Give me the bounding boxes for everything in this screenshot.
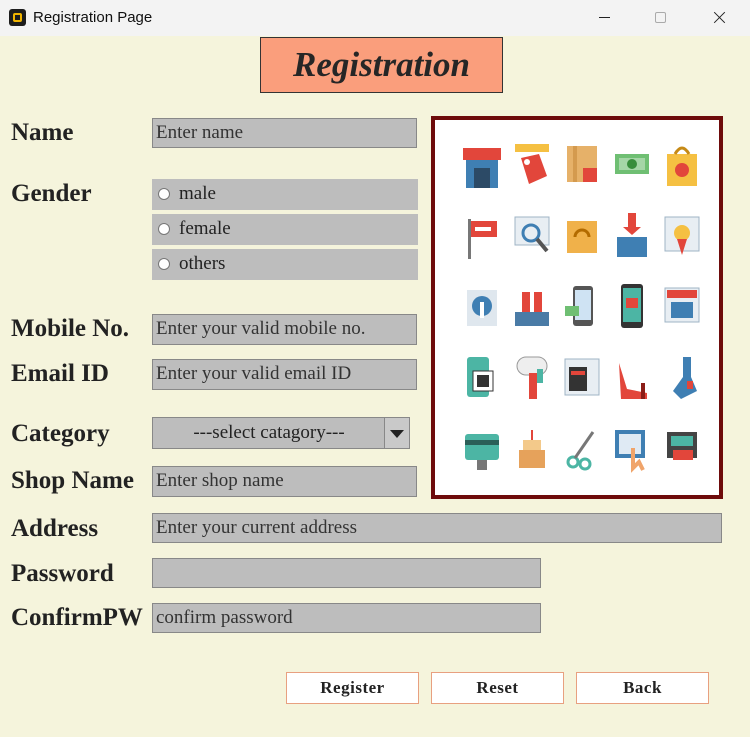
mobile-shop-icon	[613, 282, 651, 334]
web-shop-icon	[563, 353, 601, 405]
confirm-password-label: ConfirmPW	[11, 604, 143, 631]
price-tag-icon	[513, 140, 551, 192]
reset-button[interactable]: Reset	[431, 672, 564, 704]
radio-button[interactable]	[158, 223, 170, 235]
mobile-payment-icon	[563, 282, 601, 334]
back-button[interactable]: Back	[576, 672, 709, 704]
radio-male[interactable]: male	[152, 179, 418, 210]
radio-others[interactable]: others	[152, 249, 418, 280]
sale-flag-icon	[463, 211, 501, 263]
password-field[interactable]	[152, 558, 541, 588]
mobile-field[interactable]: Enter your valid mobile no.	[152, 314, 417, 345]
page-title: Registration	[260, 37, 503, 93]
certificate-icon	[663, 211, 701, 263]
app-icon	[9, 9, 26, 26]
sock-tag-icon	[663, 353, 701, 405]
close-icon[interactable]	[697, 0, 743, 36]
shop-name-label: Shop Name	[11, 467, 134, 494]
gender-label: Gender	[11, 180, 92, 207]
online-store-icon	[663, 282, 701, 334]
password-label: Password	[11, 560, 114, 587]
search-browser-icon	[513, 211, 551, 263]
click-shop-icon	[613, 424, 651, 476]
settings-tools-icon	[463, 282, 501, 334]
basket-download-icon	[613, 211, 651, 263]
maximize-icon[interactable]	[638, 0, 684, 36]
qr-code-icon	[463, 353, 501, 405]
credit-card-icon	[463, 424, 501, 476]
gift-laptop-icon	[513, 282, 551, 334]
category-label: Category	[11, 420, 110, 447]
radio-label: others	[179, 253, 226, 274]
address-field[interactable]: Enter your current address	[152, 513, 722, 543]
scissors-coupon-icon	[563, 424, 601, 476]
mailbox-icon	[513, 353, 551, 405]
package-lock-icon	[563, 140, 601, 192]
radio-label: female	[179, 218, 231, 239]
ecommerce-illustration	[431, 116, 723, 499]
email-field[interactable]: Enter your valid email ID	[152, 359, 417, 390]
cash-icon	[613, 140, 651, 192]
high-heel-icon	[613, 353, 651, 405]
category-dropdown[interactable]: ---select catagory---	[152, 417, 410, 449]
minimize-icon[interactable]	[583, 0, 629, 36]
storefront-icon	[463, 140, 501, 192]
chevron-down-icon[interactable]	[384, 418, 409, 448]
radio-label: male	[179, 183, 216, 204]
name-field[interactable]: Enter name	[152, 118, 417, 148]
address-label: Address	[11, 515, 99, 542]
confirm-password-field[interactable]: confirm password	[152, 603, 541, 633]
shop-name-field[interactable]: Enter shop name	[152, 466, 417, 497]
category-selected-value: ---select catagory---	[193, 422, 345, 443]
shopping-bag-icon	[663, 140, 701, 192]
mobile-label: Mobile No.	[11, 315, 130, 342]
radio-female[interactable]: female	[152, 214, 418, 245]
pos-terminal-icon	[663, 424, 701, 476]
birthday-cake-icon	[513, 424, 551, 476]
refresh-box-icon	[563, 211, 601, 263]
radio-button[interactable]	[158, 258, 170, 270]
icons-grid	[463, 140, 703, 480]
radio-button[interactable]	[158, 188, 170, 200]
email-label: Email ID	[11, 360, 109, 387]
name-label: Name	[11, 119, 74, 146]
title-bar: Registration Page	[0, 0, 750, 36]
register-button[interactable]: Register	[286, 672, 419, 704]
window-title: Registration Page	[33, 9, 153, 26]
